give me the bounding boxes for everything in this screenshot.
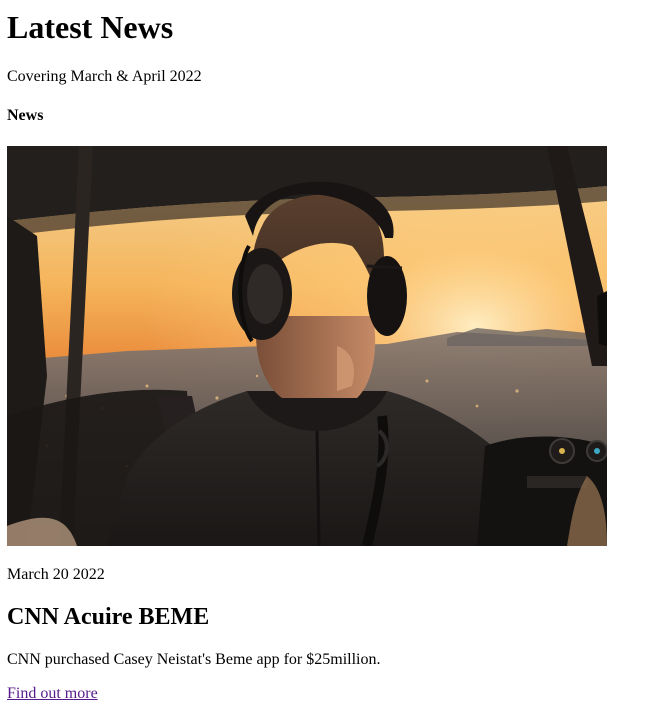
page-title: Latest News (7, 9, 174, 45)
article-headline: CNN Acuire BEME (7, 604, 210, 630)
find-out-more-link[interactable]: Find out more (7, 684, 98, 703)
section-label-news: News (7, 107, 44, 124)
article-summary: CNN purchased Casey Neistat's Beme app f… (7, 651, 381, 668)
page-subtitle: Covering March & April 2022 (7, 68, 202, 85)
article-hero-image (7, 146, 607, 546)
article-date: March 20 2022 (7, 566, 105, 583)
